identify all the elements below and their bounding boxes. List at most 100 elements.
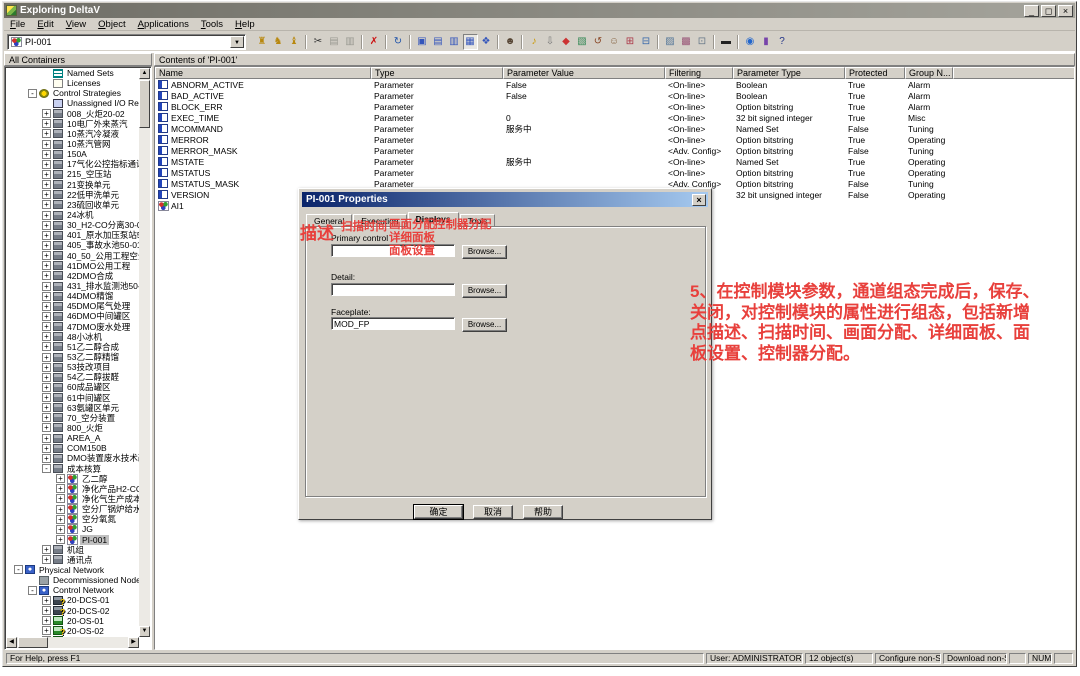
tree-item[interactable]: +空分氧氮 [6,514,139,524]
picture-icon[interactable]: ▧ [575,34,590,50]
expand-icon[interactable]: + [42,373,51,382]
table-row[interactable]: EXEC_TIMEParameter0<On-line>32 bit signe… [155,112,1074,123]
expand-icon[interactable]: + [42,393,51,402]
expand-icon[interactable]: + [42,180,51,189]
books-icon[interactable]: ▮ [759,34,774,50]
tree-item-label[interactable]: Physical Network [37,565,106,575]
expand-icon[interactable]: + [42,190,51,199]
tree-item[interactable]: +?20-OS-02 [6,626,139,636]
download-grid-icon[interactable]: ⊟ [639,34,654,50]
expand-icon[interactable]: + [42,363,51,372]
tree-item-label[interactable]: 20-OS-01 [65,616,106,626]
collapse-icon[interactable]: - [42,464,51,473]
context-help-icon[interactable]: ? [775,34,790,50]
scroll-right-icon[interactable]: ▶ [128,637,139,648]
module-grid-icon[interactable]: ⊞ [623,34,638,50]
tree-item[interactable]: + AREA_A [6,433,139,443]
expand-icon[interactable]: + [56,515,65,524]
tree-item-label[interactable]: Control Strategies [51,88,123,98]
tree-item[interactable]: Licenses [6,78,139,88]
expand-icon[interactable]: + [42,616,51,625]
expand-icon[interactable]: + [42,302,51,311]
column-header-parameter-value[interactable]: Parameter Value [503,67,665,79]
combobox-dropdown-icon[interactable]: ▼ [230,36,244,48]
table-row[interactable]: MSTATUSParameter<On-line>Option bitstrin… [155,167,1074,178]
expand-icon[interactable]: + [42,312,51,321]
expand-icon[interactable]: + [42,545,51,554]
collapse-icon[interactable]: - [14,565,23,574]
menu-item-edit[interactable]: Edit [31,19,59,30]
web-icon[interactable]: ◉ [743,34,758,50]
dialog-close-icon[interactable]: × [692,194,706,206]
scroll-up-icon[interactable]: ▲ [139,68,150,79]
expand-icon[interactable]: + [42,555,51,564]
expand-icon[interactable]: + [56,494,65,503]
tree-vertical-scrollbar[interactable]: ▲ ▼ [139,68,150,637]
collapse-icon[interactable]: - [28,586,37,595]
tree-item-label[interactable]: Control Network [51,585,116,595]
menu-item-object[interactable]: Object [92,19,131,30]
help-button[interactable]: 帮助 [523,505,563,519]
tree-item-label[interactable]: 20-OS-02 [65,626,106,636]
tree-item[interactable]: - Physical Network [6,565,139,575]
tree-item[interactable]: +空分厂锅炉给水 [6,504,139,514]
expand-icon[interactable]: + [42,626,51,635]
title-bar[interactable]: Exploring DeltaV _◻× [4,3,1075,18]
expand-icon[interactable]: + [42,454,51,463]
table-row[interactable]: MCOMMANDParameter服务中<On-line>Named SetFa… [155,123,1074,134]
expand-icon[interactable]: + [42,342,51,351]
keyboard-icon[interactable]: ▬ [719,34,734,50]
explore-window-icon[interactable]: ❖ [479,34,494,50]
cut-icon[interactable]: ✂ [311,34,326,50]
table-row[interactable]: BAD_ACTIVEParameterFalse<On-line>Boolean… [155,90,1074,101]
browse-button-0[interactable]: Browse... [462,245,507,259]
expand-icon[interactable]: + [42,434,51,443]
expand-icon[interactable]: + [42,109,51,118]
expand-icon[interactable]: + [42,292,51,301]
tree-item[interactable]: +?20-DCS-02 [6,605,139,615]
table-row[interactable]: MERROR_MASKParameter<Adv. Config>Option … [155,145,1074,156]
history-collection-icon[interactable]: ▨ [663,34,678,50]
configure-icon[interactable]: ↺ [591,34,606,50]
expand-icon[interactable]: + [42,282,51,291]
user-icon[interactable]: ☻ [503,34,518,50]
cancel-button[interactable]: 取消 [473,505,513,519]
tree-horizontal-scrollbar[interactable]: ◀ ▶ [6,637,139,648]
field-input-2[interactable] [331,317,455,330]
expand-icon[interactable]: + [56,474,65,483]
table-row[interactable]: BLOCK_ERRParameter<On-line>Option bitstr… [155,101,1074,112]
monitor-icon[interactable]: ⊡ [695,34,710,50]
explorer-compare-icon[interactable]: ♞ [271,34,286,50]
menu-item-help[interactable]: Help [229,19,261,30]
expand-icon[interactable]: + [42,413,51,422]
table-row[interactable]: ABNORM_ACTIVEParameterFalse<On-line>Bool… [155,79,1074,90]
tree-item[interactable]: +通讯点 [6,555,139,565]
expand-icon[interactable]: + [56,535,65,544]
tree-item-label[interactable]: JG [80,524,95,534]
restore-button[interactable]: ◻ [1041,5,1056,17]
expand-icon[interactable]: + [42,596,51,605]
menu-item-view[interactable]: View [60,19,92,30]
expand-icon[interactable]: + [42,383,51,392]
tree-item[interactable]: +20-OS-01 [6,616,139,626]
expand-icon[interactable]: + [42,200,51,209]
scroll-left-icon[interactable]: ◀ [6,637,17,648]
expand-icon[interactable]: + [42,221,51,230]
table-row[interactable]: MSTATEParameter服务中<On-line>Named SetTrue… [155,156,1074,167]
expand-icon[interactable]: + [42,170,51,179]
horizontal-scroll-thumb[interactable] [18,637,48,648]
browse-button-1[interactable]: Browse... [462,284,507,298]
expand-icon[interactable]: + [42,606,51,615]
view-list-icon[interactable]: ▥ [447,34,462,50]
column-header-filtering[interactable]: Filtering [665,67,733,79]
expand-icon[interactable]: + [42,211,51,220]
tree-item[interactable]: +?20-DCS-01 [6,595,139,605]
tree-item[interactable]: -Control Strategies [6,88,139,98]
tree-item-label[interactable]: Named Sets [65,68,116,78]
user-accounts-icon[interactable]: ☺ [607,34,622,50]
expand-icon[interactable]: + [42,160,51,169]
expand-icon[interactable]: + [42,403,51,412]
tree-item-label[interactable]: AREA_A [65,433,103,443]
expand-icon[interactable]: + [42,322,51,331]
tree-item[interactable]: -成本核算 [6,463,139,473]
